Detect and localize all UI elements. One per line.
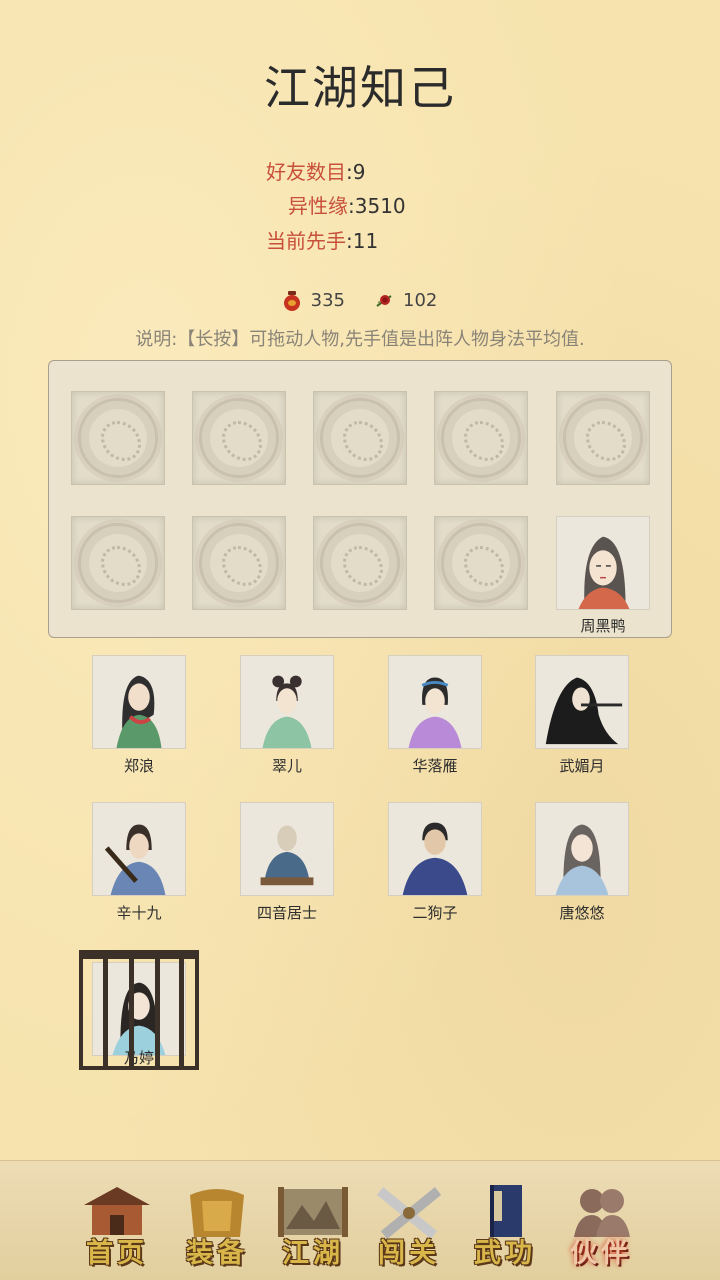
- stat-label: 异性缘: [288, 194, 348, 218]
- roster-character-name: 辛十九: [116, 904, 162, 922]
- slot-emblem-icon: [441, 523, 521, 603]
- slot-emblem-icon: [320, 523, 400, 603]
- slot-emblem-icon: [78, 398, 158, 478]
- formation-slot-empty[interactable]: [192, 516, 286, 610]
- nav-label: 装备: [186, 1238, 248, 1269]
- wine-jar-icon: [283, 290, 300, 311]
- formation-slot-empty[interactable]: [192, 391, 286, 485]
- rose-count: 102: [403, 290, 438, 311]
- nav-home[interactable]: 首页: [72, 1173, 162, 1273]
- character-portrait: [116, 675, 162, 748]
- roster-character-name: 武媚月: [559, 757, 605, 775]
- formation-slot-empty[interactable]: [71, 391, 165, 485]
- cage-bar: [155, 954, 160, 1066]
- cage-bar: [129, 954, 134, 1066]
- slot-emblem-icon: [199, 523, 279, 603]
- cage-bar: [103, 954, 108, 1066]
- currency-rose: 102: [375, 290, 437, 311]
- slot-emblem-icon: [199, 398, 279, 478]
- character-portrait: [260, 825, 314, 886]
- character-portrait: [402, 822, 468, 895]
- nav-jianghu[interactable]: 江湖: [268, 1173, 358, 1273]
- rose-icon: [376, 294, 392, 307]
- nav-companions[interactable]: 伙伴: [556, 1173, 646, 1273]
- slot-emblem-icon: [563, 398, 643, 478]
- roster-character-name: 郑浪: [123, 757, 154, 775]
- stat-opposite-charm: 异性缘:3510: [288, 190, 406, 219]
- character-portrait: [578, 536, 630, 609]
- currency-bar: 335 102: [0, 290, 720, 311]
- stat-label: 好友数目: [266, 160, 346, 184]
- roster-character[interactable]: [535, 655, 629, 749]
- roster-character[interactable]: [388, 802, 482, 896]
- nav-label: 武功: [474, 1238, 536, 1269]
- formation-slot-character[interactable]: [556, 516, 650, 610]
- stat-value: :9: [346, 160, 366, 184]
- formation-slot-empty[interactable]: [313, 516, 407, 610]
- roster-character[interactable]: [388, 655, 482, 749]
- formation-slot-empty[interactable]: [313, 391, 407, 485]
- formation-slot-empty[interactable]: [434, 516, 528, 610]
- nav-label: 闯关: [378, 1238, 440, 1269]
- stat-label: 当前先手: [266, 229, 346, 253]
- slot-emblem-icon: [78, 523, 158, 603]
- roster-character[interactable]: [535, 802, 629, 896]
- nav-martial-arts[interactable]: 武功: [460, 1173, 550, 1273]
- nav-label: 伙伴: [570, 1238, 632, 1269]
- roster-character-name: 四音居士: [256, 904, 317, 922]
- formation-slot-empty[interactable]: [556, 391, 650, 485]
- roster-character-name: 翠儿: [271, 757, 302, 775]
- cage-lock-overlay: [79, 950, 199, 1070]
- slot-emblem-icon: [441, 398, 521, 478]
- character-portrait: [262, 675, 312, 748]
- roster-character-name: 二狗子: [412, 904, 458, 922]
- stat-friend-count: 好友数目:9: [266, 156, 365, 185]
- formation-slot-empty[interactable]: [71, 516, 165, 610]
- slot-emblem-icon: [320, 398, 400, 478]
- roster-character[interactable]: [240, 802, 334, 896]
- page-title: 江湖知己: [264, 61, 456, 115]
- roster-character[interactable]: [92, 802, 186, 896]
- character-portrait: [408, 677, 462, 748]
- cage-bar: [179, 954, 184, 1066]
- currency-jar: 335: [283, 290, 345, 311]
- character-portrait: [545, 677, 623, 745]
- roster-character-name: 华落雁: [412, 757, 458, 775]
- nav-label: 江湖: [282, 1238, 344, 1269]
- stat-initiative: 当前先手:11: [266, 225, 378, 254]
- formation-character-name: 周黑鸭: [580, 617, 626, 635]
- jar-count: 335: [310, 290, 345, 311]
- nav-label: 首页: [86, 1238, 148, 1269]
- roster-character[interactable]: [92, 655, 186, 749]
- nav-challenge[interactable]: 闯关: [364, 1173, 454, 1273]
- character-portrait: [555, 824, 609, 895]
- formation-slot-empty[interactable]: [434, 391, 528, 485]
- formation-panel: 周黑鸭: [48, 360, 672, 638]
- stat-value: :3510: [348, 194, 406, 218]
- character-portrait: [104, 824, 166, 895]
- roster-character[interactable]: [240, 655, 334, 749]
- nav-equipment[interactable]: 装备: [172, 1173, 262, 1273]
- roster-character-name: 唐悠悠: [559, 904, 605, 922]
- instruction-note: 说明:【长按】可拖动人物,先手值是出阵人物身法平均值.: [135, 329, 585, 350]
- bottom-nav: 首页 装备 江湖 闯关 武功 伙伴: [0, 1160, 720, 1280]
- stat-value: :11: [346, 229, 379, 253]
